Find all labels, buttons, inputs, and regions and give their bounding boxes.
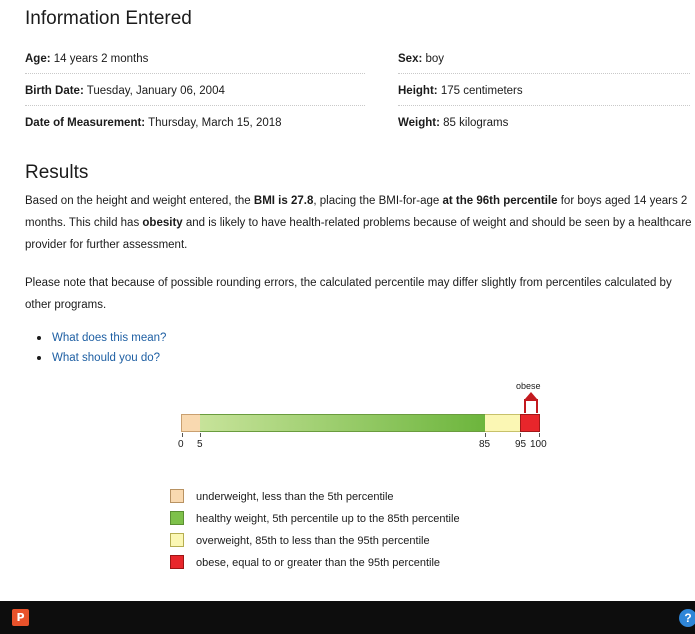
row-divider	[25, 73, 365, 74]
info-title: Information Entered	[25, 8, 192, 29]
what-should-you-do-link[interactable]: What should you do?	[52, 352, 160, 364]
healthy-segment	[200, 414, 486, 432]
tick-mark	[182, 433, 183, 437]
tick-mark	[539, 433, 540, 437]
tick-mark	[200, 433, 201, 437]
what-does-this-mean-link[interactable]: What does this mean?	[52, 332, 166, 344]
tick-label: 100	[530, 439, 547, 450]
healthy-swatch	[170, 511, 184, 525]
info-row: Birth Date: Tuesday, January 06, 2004 He…	[25, 76, 690, 106]
summary-text: Based on the height and weight entered, …	[25, 195, 254, 207]
legend-label: healthy weight, 5th percentile up to the…	[196, 513, 460, 525]
birth-date-label: Birth Date:	[25, 85, 84, 97]
row-divider	[398, 105, 690, 106]
overweight-swatch	[170, 533, 184, 547]
tick-mark	[520, 433, 521, 437]
help-links: What does this mean? What should you do?	[25, 328, 166, 368]
age-label: Age:	[25, 53, 51, 65]
obese-segment	[520, 414, 540, 432]
legend-label: obese, equal to or greater than the 95th…	[196, 557, 441, 569]
obese-swatch	[170, 555, 184, 569]
list-item: What does this mean?	[25, 328, 166, 348]
sex-value: boy	[425, 53, 445, 65]
height-cell: Height: 175 centimeters	[398, 85, 523, 97]
row-divider	[25, 105, 365, 106]
weight-label: Weight:	[398, 117, 440, 129]
tick-label: 5	[197, 439, 203, 450]
app-icon[interactable]: P	[12, 609, 29, 626]
height-value: 175 centimeters	[440, 85, 523, 97]
tick-label: 85	[479, 439, 491, 450]
percentile-marker	[524, 399, 538, 413]
weight-cell: Weight: 85 kilograms	[398, 117, 508, 129]
marker-arrow-icon	[525, 392, 537, 399]
measurement-date-label: Date of Measurement:	[25, 117, 146, 129]
taskbar: P ?	[0, 601, 695, 634]
sex-cell: Sex: boy	[398, 53, 444, 65]
bullet	[37, 356, 41, 360]
list-item: What should you do?	[25, 348, 166, 368]
weight-category: obesity	[142, 217, 183, 229]
percentile-bar: 0 5 85 95 100 obese	[0, 378, 695, 468]
height-label: Height:	[398, 85, 438, 97]
tick-label: 0	[178, 439, 184, 450]
underweight-segment	[181, 414, 201, 432]
measurement-date-value: Thursday, March 15, 2018	[148, 117, 282, 129]
legend-label: underweight, less than the 5th percentil…	[196, 491, 394, 503]
marker-label: obese	[516, 381, 541, 391]
percentile-value: at the 96th percentile	[442, 195, 558, 207]
bmi-value: BMI is 27.8	[253, 195, 314, 207]
measurement-date-cell: Date of Measurement: Thursday, March 15,…	[25, 117, 282, 129]
results-summary: Based on the height and weight entered, …	[25, 190, 693, 256]
row-divider	[398, 73, 690, 74]
info-row: Age: 14 years 2 months Sex: boy	[25, 44, 690, 74]
weight-value: 85 kilograms	[443, 117, 509, 129]
birth-date-value: Tuesday, January 06, 2004	[86, 85, 225, 97]
info-row: Date of Measurement: Thursday, March 15,…	[25, 108, 690, 138]
legend-label: overweight, 85th to less than the 95th p…	[196, 535, 430, 547]
tick-mark	[485, 433, 486, 437]
overweight-segment	[485, 414, 521, 432]
help-icon[interactable]: ?	[679, 609, 695, 627]
age-value: 14 years 2 months	[53, 53, 149, 65]
sex-label: Sex:	[398, 53, 423, 65]
bullet	[37, 336, 41, 340]
age-cell: Age: 14 years 2 months	[25, 53, 148, 65]
summary-text: , placing the BMI-for-age	[313, 195, 443, 207]
birth-date-cell: Birth Date: Tuesday, January 06, 2004	[25, 85, 225, 97]
tick-label: 95	[515, 439, 527, 450]
underweight-swatch	[170, 489, 184, 503]
results-title: Results	[25, 162, 89, 183]
rounding-note: Please note that because of possible rou…	[25, 277, 672, 311]
